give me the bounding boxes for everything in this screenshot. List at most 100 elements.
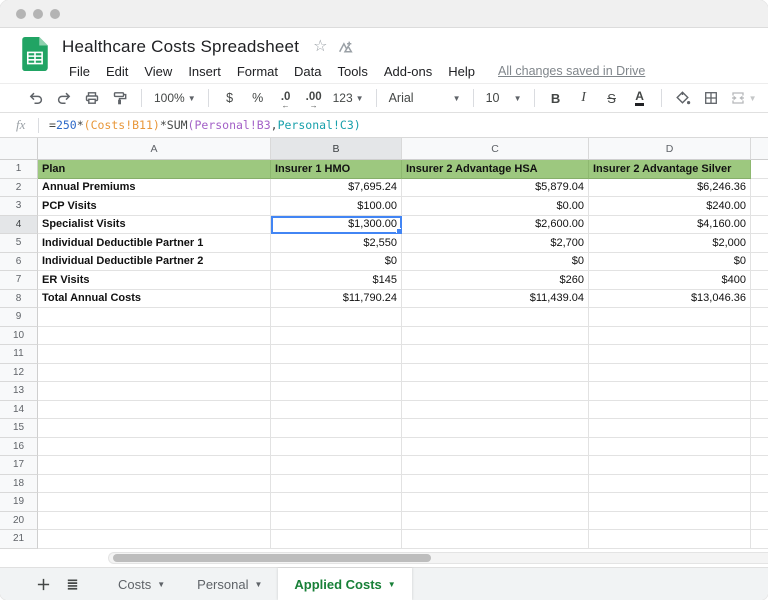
fill-handle[interactable] bbox=[396, 228, 401, 234]
cell-A21[interactable] bbox=[38, 530, 271, 549]
cell-D12[interactable] bbox=[589, 363, 751, 382]
cell-D19[interactable] bbox=[589, 493, 751, 512]
cell-B1[interactable]: Insurer 1 HMO bbox=[271, 160, 402, 179]
cell-sliver-18[interactable] bbox=[751, 475, 768, 493]
cell-B3[interactable]: $100.00 bbox=[271, 197, 402, 216]
row-header-7[interactable]: 7 bbox=[0, 271, 38, 290]
cell-A4[interactable]: Specialist Visits bbox=[38, 215, 271, 234]
cell-D4[interactable]: $4,160.00 bbox=[589, 215, 751, 234]
cell-D7[interactable]: $400 bbox=[589, 271, 751, 290]
cell-A15[interactable] bbox=[38, 419, 271, 438]
cell-C5[interactable]: $2,700 bbox=[402, 234, 589, 253]
cell-C21[interactable] bbox=[402, 530, 589, 549]
column-header-A[interactable]: A bbox=[38, 138, 271, 160]
menu-edit[interactable]: Edit bbox=[99, 62, 135, 81]
sheet-tab-costs[interactable]: Costs ▼ bbox=[102, 568, 181, 600]
cell-sliver-12[interactable] bbox=[751, 364, 768, 382]
row-header-9[interactable]: 9 bbox=[0, 308, 38, 327]
cell-A2[interactable]: Annual Premiums bbox=[38, 178, 271, 197]
cell-D13[interactable] bbox=[589, 382, 751, 401]
cell-B9[interactable] bbox=[271, 308, 402, 327]
formula-input[interactable]: =250*(Costs!B11)*SUM(Personal!B3,Persona… bbox=[49, 118, 361, 132]
cell-C20[interactable] bbox=[402, 511, 589, 530]
cell-B14[interactable] bbox=[271, 400, 402, 419]
cell-A13[interactable] bbox=[38, 382, 271, 401]
cell-A6[interactable]: Individual Deductible Partner 2 bbox=[38, 252, 271, 271]
sheet-tab-applied-costs[interactable]: Applied Costs ▼ bbox=[278, 568, 412, 600]
cell-A8[interactable]: Total Annual Costs bbox=[38, 289, 271, 308]
print-button[interactable] bbox=[80, 86, 104, 110]
cell-sliver-4[interactable] bbox=[751, 216, 768, 234]
menu-format[interactable]: Format bbox=[230, 62, 285, 81]
window-close-button[interactable] bbox=[16, 8, 26, 19]
cell-B20[interactable] bbox=[271, 511, 402, 530]
cell-A1[interactable]: Plan bbox=[38, 160, 271, 179]
cell-A10[interactable] bbox=[38, 326, 271, 345]
cell-C16[interactable] bbox=[402, 437, 589, 456]
cell-sliver-5[interactable] bbox=[751, 234, 768, 253]
cell-A16[interactable] bbox=[38, 437, 271, 456]
italic-button[interactable]: I bbox=[572, 86, 596, 110]
cell-sliver-15[interactable] bbox=[751, 419, 768, 438]
cell-sliver-17[interactable] bbox=[751, 456, 768, 475]
cell-sliver-8[interactable] bbox=[751, 290, 768, 308]
fill-color-button[interactable] bbox=[671, 86, 695, 110]
cell-sliver-21[interactable] bbox=[751, 530, 768, 549]
cell-B8[interactable]: $11,790.24 bbox=[271, 289, 402, 308]
sheet-tab-menu-icon[interactable]: ▼ bbox=[254, 580, 262, 589]
row-header-10[interactable]: 10 bbox=[0, 326, 38, 345]
star-icon[interactable]: ☆ bbox=[313, 39, 327, 55]
window-minimize-button[interactable] bbox=[33, 8, 43, 19]
row-header-11[interactable]: 11 bbox=[0, 345, 38, 364]
cell-sliver-1[interactable] bbox=[751, 160, 768, 179]
cell-A5[interactable]: Individual Deductible Partner 1 bbox=[38, 234, 271, 253]
all-sheets-icon[interactable] bbox=[65, 577, 80, 592]
cell-C10[interactable] bbox=[402, 326, 589, 345]
cell-C9[interactable] bbox=[402, 308, 589, 327]
row-header-14[interactable]: 14 bbox=[0, 400, 38, 419]
cell-sliver-14[interactable] bbox=[751, 401, 768, 419]
format-currency-button[interactable]: $ bbox=[218, 86, 242, 110]
cell-D21[interactable] bbox=[589, 530, 751, 549]
add-sheet-icon[interactable] bbox=[36, 577, 51, 592]
undo-button[interactable] bbox=[24, 86, 48, 110]
cell-B17[interactable] bbox=[271, 456, 402, 475]
cell-sliver-2[interactable] bbox=[751, 179, 768, 197]
row-header-16[interactable]: 16 bbox=[0, 437, 38, 456]
row-header-13[interactable]: 13 bbox=[0, 382, 38, 401]
row-header-5[interactable]: 5 bbox=[0, 234, 38, 253]
cell-C8[interactable]: $11,439.04 bbox=[402, 289, 589, 308]
cell-D10[interactable] bbox=[589, 326, 751, 345]
cell-sliver-13[interactable] bbox=[751, 382, 768, 401]
sheet-tab-menu-icon[interactable]: ▼ bbox=[157, 580, 165, 589]
font-select[interactable]: Arial ▼ bbox=[386, 86, 464, 110]
cell-B2[interactable]: $7,695.24 bbox=[271, 178, 402, 197]
cell-D15[interactable] bbox=[589, 419, 751, 438]
horizontal-scrollbar-thumb[interactable] bbox=[113, 553, 431, 562]
cell-A3[interactable]: PCP Visits bbox=[38, 197, 271, 216]
add-to-drive-icon[interactable] bbox=[337, 39, 354, 56]
number-format-menu[interactable]: 123 ▼ bbox=[330, 86, 367, 110]
cell-A17[interactable] bbox=[38, 456, 271, 475]
cell-B4[interactable]: $1,300.00 bbox=[271, 215, 402, 234]
cell-sliver-3[interactable] bbox=[751, 197, 768, 216]
menu-tools[interactable]: Tools bbox=[330, 62, 374, 81]
cell-B21[interactable] bbox=[271, 530, 402, 549]
cell-C1[interactable]: Insurer 2 Advantage HSA bbox=[402, 160, 589, 179]
decrease-decimal-button[interactable]: .0 ← bbox=[274, 86, 298, 110]
row-header-15[interactable]: 15 bbox=[0, 419, 38, 438]
cell-A18[interactable] bbox=[38, 474, 271, 493]
cell-D14[interactable] bbox=[589, 400, 751, 419]
cell-D1[interactable]: Insurer 2 Advantage Silver bbox=[589, 160, 751, 179]
menu-insert[interactable]: Insert bbox=[181, 62, 228, 81]
row-header-3[interactable]: 3 bbox=[0, 197, 38, 216]
cell-C15[interactable] bbox=[402, 419, 589, 438]
cell-A19[interactable] bbox=[38, 493, 271, 512]
format-percent-button[interactable]: % bbox=[246, 86, 270, 110]
cell-B15[interactable] bbox=[271, 419, 402, 438]
row-header-18[interactable]: 18 bbox=[0, 474, 38, 493]
cell-A14[interactable] bbox=[38, 400, 271, 419]
column-header-D[interactable]: D bbox=[589, 138, 751, 160]
strikethrough-button[interactable]: S bbox=[600, 86, 624, 110]
row-header-1[interactable]: 1 bbox=[0, 160, 38, 179]
